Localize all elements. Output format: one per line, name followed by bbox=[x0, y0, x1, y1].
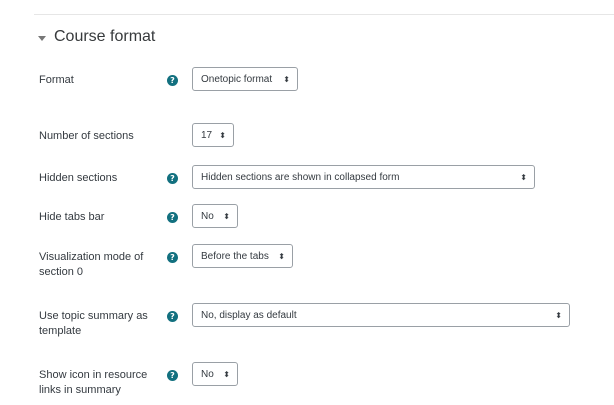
question-circle-icon[interactable]: ? bbox=[167, 311, 178, 322]
hidetabsbar-select-value: No bbox=[201, 210, 214, 222]
select-arrows-icon: ⬍ bbox=[278, 251, 285, 261]
question-circle-icon[interactable]: ? bbox=[167, 212, 178, 223]
select-arrows-icon: ⬍ bbox=[520, 172, 527, 182]
field-label-format: Format bbox=[39, 74, 74, 86]
caret-down-icon[interactable] bbox=[38, 35, 46, 41]
select-arrows-icon: ⬍ bbox=[219, 130, 226, 140]
course-format-settings: Course format Format ? Onetopic format ⬍… bbox=[0, 0, 614, 405]
question-circle-icon[interactable]: ? bbox=[167, 75, 178, 86]
field-label-templatetopic-icons: Show icon in resource links in summary bbox=[39, 369, 148, 396]
field-label-hiddensections: Hidden sections bbox=[39, 172, 118, 184]
field-label-numsections: Number of sections bbox=[39, 130, 134, 142]
select-arrows-icon: ⬍ bbox=[555, 310, 562, 320]
section-title: Course format bbox=[54, 28, 156, 45]
section0-select[interactable]: Before the tabs ⬍ bbox=[192, 244, 293, 268]
hiddensections-select-value: Hidden sections are shown in collapsed f… bbox=[201, 171, 400, 183]
templatetopic-icons-select[interactable]: No ⬍ bbox=[192, 362, 238, 386]
section0-select-value: Before the tabs bbox=[201, 250, 269, 262]
field-label-section0: Visualization mode of section 0 bbox=[39, 251, 144, 278]
select-arrows-icon: ⬍ bbox=[223, 211, 230, 221]
question-circle-icon[interactable]: ? bbox=[167, 252, 178, 263]
field-label-hidetabsbar: Hide tabs bar bbox=[39, 211, 105, 223]
question-circle-icon[interactable]: ? bbox=[167, 370, 178, 381]
templatetopic-icons-select-value: No bbox=[201, 368, 214, 380]
templatetopic-select-value: No, display as default bbox=[201, 309, 297, 321]
field-label-templatetopic: Use topic summary as template bbox=[39, 310, 148, 337]
select-arrows-icon: ⬍ bbox=[283, 74, 290, 84]
hiddensections-select[interactable]: Hidden sections are shown in collapsed f… bbox=[192, 165, 535, 189]
hidetabsbar-select[interactable]: No ⬍ bbox=[192, 204, 238, 228]
numsections-select-value: 17 bbox=[201, 129, 213, 141]
numsections-select[interactable]: 17 ⬍ bbox=[192, 123, 234, 147]
section-header-course-format[interactable]: Course format bbox=[38, 28, 155, 46]
question-circle-icon[interactable]: ? bbox=[167, 173, 178, 184]
divider bbox=[34, 14, 614, 15]
templatetopic-select[interactable]: No, display as default ⬍ bbox=[192, 303, 570, 327]
format-select[interactable]: Onetopic format ⬍ bbox=[192, 67, 298, 91]
format-select-value: Onetopic format bbox=[201, 73, 273, 85]
select-arrows-icon: ⬍ bbox=[223, 369, 230, 379]
